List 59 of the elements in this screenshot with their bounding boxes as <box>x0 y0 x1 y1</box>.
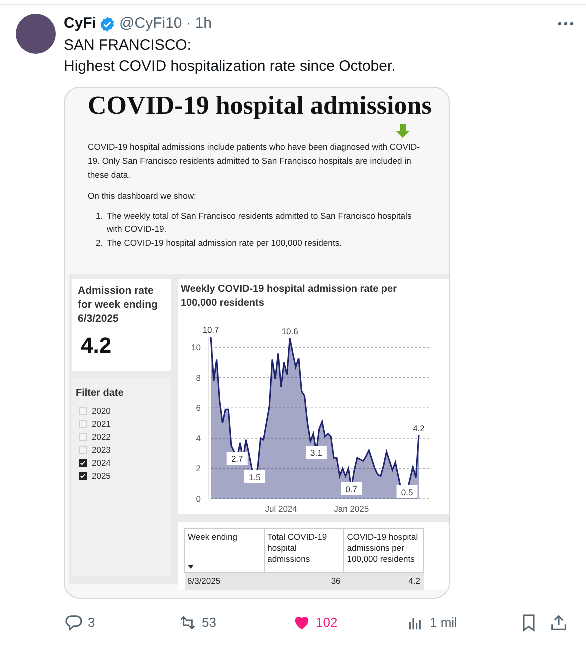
column-header[interactable]: Week ending <box>184 528 264 572</box>
post-time[interactable]: 1h <box>195 14 212 34</box>
y-tick-label: 4 <box>196 433 201 444</box>
year-label: 2024 <box>92 457 111 469</box>
y-tick-label: 6 <box>196 403 201 414</box>
data-label: 10.7 <box>202 325 220 335</box>
user-handle[interactable]: @CyFi10 <box>120 14 182 34</box>
y-tick-label: 8 <box>196 372 201 383</box>
year-label: 2025 <box>92 470 111 482</box>
post-text-line: Highest COVID hospitalization rate since October. <box>64 57 397 77</box>
rate-value: 4.2 <box>81 332 113 360</box>
checkbox[interactable] <box>79 407 87 415</box>
data-label: 0.7 <box>341 482 362 496</box>
repost-count[interactable]: 53 <box>202 613 216 633</box>
repost-icon[interactable] <box>178 613 198 633</box>
filter-title: Filter date <box>76 387 125 401</box>
list-item-text: The weekly total of San Francisco residents admitted to San Francisco hospitals with COVID-19. <box>107 210 413 236</box>
heart-count[interactable]: 102 <box>316 613 338 633</box>
chart-title: Weekly COVID-19 hospital admission rate per 100,000 residents <box>181 283 398 311</box>
year-label: 2023 <box>92 444 111 456</box>
checkbox[interactable] <box>79 446 87 454</box>
y-tick-label: 10 <box>192 342 201 353</box>
checkbox[interactable] <box>79 433 87 441</box>
data-label: 0.5 <box>396 485 418 498</box>
list-heading: On this dashboard we show: <box>88 190 198 203</box>
checkbox[interactable] <box>79 420 87 428</box>
y-tick-label: 2 <box>196 464 201 474</box>
table-cell: 4.2 <box>344 572 424 590</box>
x-tick-label: Jan 2025 <box>334 504 370 514</box>
reply-count[interactable]: 3 <box>88 613 96 633</box>
data-label: 4.2 <box>413 423 425 434</box>
separator-dot: · <box>186 14 192 34</box>
table-cell: 36 <box>264 572 344 590</box>
post-text-line: SAN FRANCISCO: <box>64 36 193 56</box>
rate-label: Admission rate for week ending 6/3/2025 <box>78 284 159 326</box>
image-card[interactable] <box>64 87 450 599</box>
share-icon[interactable] <box>549 613 569 633</box>
down-arrow-icon <box>396 124 410 138</box>
views-chart-count[interactable]: 1 mil <box>430 613 458 633</box>
more-options-icon[interactable] <box>558 22 574 26</box>
y-tick-label: 0 <box>196 494 201 504</box>
list-item-text: The COVID-19 hospital admission rate per 100,000 residents. <box>107 237 342 250</box>
year-label: 2021 <box>92 418 111 430</box>
data-label: 2.7 <box>226 452 248 466</box>
reply-icon[interactable] <box>64 613 84 633</box>
intro-paragraph: COVID-19 hospital admissions include patients who have been diagnosed with COVID-19. Only San Francisco residents admitted to San Francisco hospitals are included in these data. <box>88 141 421 182</box>
author-name[interactable]: CyFi <box>64 14 97 34</box>
data-label: 1.5 <box>244 470 266 484</box>
data-label: 10.6 <box>282 326 298 337</box>
avatar[interactable] <box>16 14 56 54</box>
list-number: 1. <box>96 210 104 223</box>
year-label: 2022 <box>92 431 111 443</box>
list-number: 2. <box>96 237 104 250</box>
year-label: 2020 <box>92 405 111 417</box>
dashboard-title: COVID-19 hospital admissions <box>88 90 432 122</box>
x-tick-label: Jul 2024 <box>265 504 298 514</box>
data-label: 3.1 <box>306 446 327 460</box>
sort-down-icon[interactable] <box>188 565 194 569</box>
table-cell: 6/3/2025 <box>184 572 264 590</box>
